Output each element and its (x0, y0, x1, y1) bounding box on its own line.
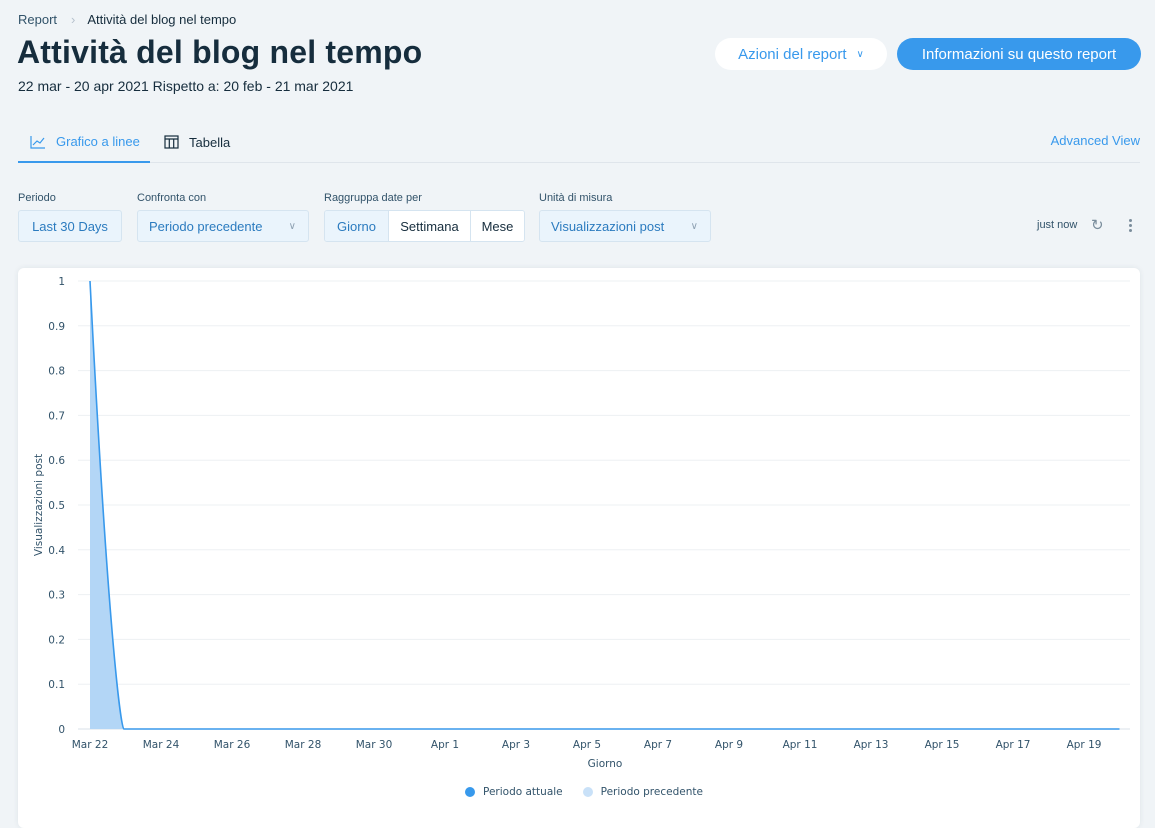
legend-label: Periodo attuale (483, 786, 563, 798)
y-tick-label: 0.6 (48, 455, 65, 467)
y-tick-label: 0.3 (48, 590, 65, 602)
x-tick-label: Mar 22 (72, 739, 109, 751)
legend-item-periodo-attuale[interactable]: Periodo attuale (465, 786, 563, 798)
y-tick-label: 0.9 (48, 321, 65, 333)
y-tick-label: 0.5 (48, 500, 65, 512)
x-tick-label: Apr 1 (431, 739, 459, 751)
x-tick-label: Apr 3 (502, 739, 530, 751)
y-tick-label: 0.1 (48, 679, 65, 691)
line-chart: 0 0.1 0.2 0.3 0.4 0.5 0.6 0.7 0.8 0.9 1 Mar 22 Mar … (33, 276, 1130, 770)
x-tick-label: Apr 7 (644, 739, 672, 751)
x-tick-label: Apr 5 (573, 739, 601, 751)
legend-item-periodo-precedente[interactable]: Periodo precedente (582, 786, 703, 798)
y-tick-label: 0.4 (48, 545, 65, 557)
y-axis-title: Visualizzazioni post (33, 454, 45, 556)
x-tick-label: Mar 28 (285, 739, 322, 751)
x-tick-label: Apr 17 (996, 739, 1031, 751)
legend-dot-icon (465, 787, 475, 797)
x-tick-label: Apr 15 (925, 739, 960, 751)
x-tick-label: Apr 13 (854, 739, 889, 751)
y-tick-label: 1 (58, 276, 65, 288)
y-tick-label: 0.7 (48, 410, 65, 422)
legend-dot-icon (582, 787, 593, 797)
x-tick-label: Apr 19 (1067, 739, 1102, 751)
x-tick-label: Mar 26 (214, 739, 251, 751)
chart-legend: Periodo attuale Periodo precedente (465, 786, 703, 798)
legend-label: Periodo precedente (600, 786, 703, 798)
y-tick-label: 0 (58, 724, 65, 736)
y-tick-label: 0.2 (48, 634, 65, 646)
x-tick-label: Mar 24 (143, 739, 180, 751)
x-axis-title: Giorno (588, 758, 623, 770)
y-tick-label: 0.8 (48, 366, 65, 378)
x-tick-label: Apr 9 (715, 739, 743, 751)
x-tick-label: Mar 30 (356, 739, 393, 751)
x-tick-label: Apr 11 (783, 739, 818, 751)
